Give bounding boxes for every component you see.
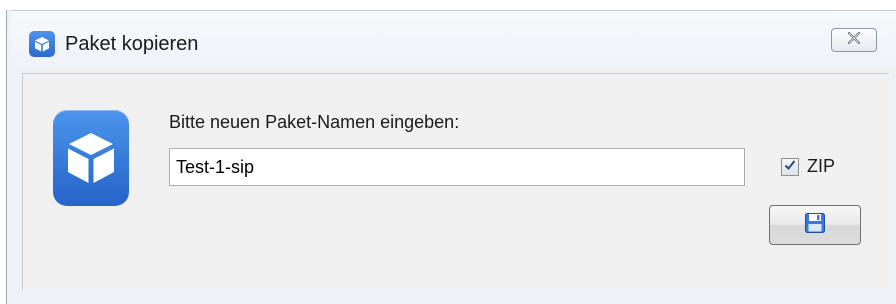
window-frame-left [0, 10, 11, 304]
zip-label[interactable]: ZIP [807, 156, 835, 177]
close-x-icon [846, 31, 862, 49]
save-button[interactable] [769, 205, 861, 245]
dialog-window: Paket kopieren Bitte neuen Paket-Namen e… [0, 0, 896, 304]
window-title: Paket kopieren [65, 33, 199, 55]
floppy-disk-icon [804, 212, 826, 239]
close-button[interactable] [831, 28, 877, 52]
window-frame-inner-left [11, 73, 22, 290]
package-cube-icon [53, 110, 129, 206]
checkmark-icon [784, 158, 796, 176]
zip-checkbox[interactable] [781, 158, 799, 176]
title-bar[interactable]: Paket kopieren [11, 10, 896, 73]
package-cube-icon [29, 31, 55, 57]
window-frame-inner-right [888, 73, 896, 290]
window-frame-bottom [11, 290, 896, 304]
dialog-content: Bitte neuen Paket-Namen eingeben: ZIP [22, 73, 889, 291]
package-name-input[interactable] [169, 148, 745, 186]
package-name-prompt: Bitte neuen Paket-Namen eingeben: [169, 112, 460, 132]
